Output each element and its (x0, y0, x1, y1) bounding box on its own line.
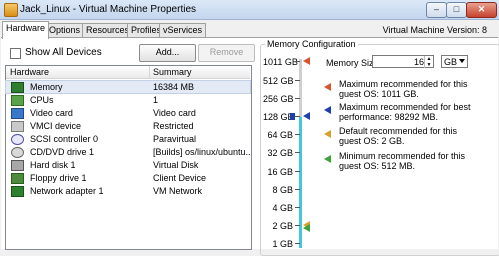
hardware-name: CD/DVD drive 1 (30, 147, 95, 157)
hardware-summary: Virtual Disk (153, 160, 199, 170)
scale-tick (295, 134, 300, 135)
default-legend-icon (324, 130, 331, 138)
hardware-summary: Video card (153, 108, 196, 118)
scale-tick (295, 189, 300, 190)
network-adapter-icon (11, 186, 24, 197)
show-all-devices-label: Show All Devices (25, 47, 102, 58)
legend-max-performance: Maximum recommended for best performance… (339, 102, 489, 122)
table-row[interactable]: Memory 16384 MB (5, 80, 251, 94)
hardware-name: VMCI device (30, 121, 82, 131)
tab-options[interactable]: Options (45, 23, 85, 38)
scale-tick-label: 16 GB (267, 167, 293, 177)
legend-line: Default recommended for this (339, 126, 458, 136)
scale-tick-label: 64 GB (267, 130, 293, 140)
scale-tick (295, 225, 300, 226)
floppy-icon (11, 173, 24, 184)
scale-tick-label: 8 GB (272, 185, 293, 195)
window-title: Jack_Linux - Virtual Machine Properties (20, 4, 197, 15)
scale-tick-label: 256 GB (263, 94, 294, 104)
table-row[interactable]: Floppy drive 1 Client Device (6, 172, 250, 184)
hardware-summary: Restricted (153, 121, 194, 131)
column-header-summary[interactable]: Summary (153, 67, 192, 77)
table-row[interactable]: Video card Video card (6, 107, 250, 119)
scale-tick (295, 243, 300, 244)
legend-line: guest OS: 1011 GB. (339, 89, 419, 99)
legend-max-os: Maximum recommended for this guest OS: 1… (339, 79, 489, 99)
current-value-slider-icon[interactable] (290, 113, 295, 120)
column-header-hardware[interactable]: Hardware (10, 67, 49, 77)
hardware-summary: [Builds] os/linux/ubuntu... (153, 147, 251, 157)
close-button[interactable]: ✕ (466, 2, 497, 18)
hardware-summary: Paravirtual (153, 134, 197, 144)
legend-line: guest OS: 512 MB. (339, 161, 416, 171)
scale-tick-label: 32 GB (267, 148, 293, 158)
legend-default: Default recommended for this guest OS: 2… (339, 126, 489, 146)
legend-minimum: Minimum recommended for this guest OS: 5… (339, 151, 489, 171)
scale-tick (295, 80, 300, 81)
column-separator[interactable] (149, 66, 150, 78)
legend-line: guest OS: 2 GB. (339, 136, 405, 146)
scale-tick (295, 61, 300, 62)
cpu-icon (11, 95, 24, 106)
show-all-devices-checkbox[interactable] (10, 48, 21, 59)
scale-tick-label: 4 GB (272, 203, 293, 213)
legend-line: performance: 98292 MB. (339, 112, 439, 122)
chevron-down-icon (459, 59, 465, 63)
scale-tick (295, 116, 300, 117)
minimize-button[interactable]: – (426, 2, 447, 18)
vmci-device-icon (11, 121, 24, 132)
hardware-name: Memory (30, 82, 63, 92)
table-row[interactable]: Network adapter 1 VM Network (6, 185, 250, 197)
max-os-marker-icon (303, 57, 310, 65)
table-row[interactable]: VMCI device Restricted (6, 120, 250, 132)
cd-dvd-icon (11, 147, 24, 158)
max-performance-marker-icon (303, 112, 310, 120)
memory-scale-fill (299, 117, 302, 248)
table-row[interactable]: CD/DVD drive 1 [Builds] os/linux/ubuntu.… (6, 146, 251, 158)
scale-tick (295, 152, 300, 153)
tab-resources[interactable]: Resources (82, 23, 134, 38)
maximize-button[interactable]: □ (446, 2, 467, 18)
scale-tick-label: 1011 GB (263, 57, 298, 67)
memory-configuration-title: Memory Configuration (265, 39, 358, 49)
hardware-summary: Client Device (153, 173, 207, 183)
max-performance-legend-icon (324, 106, 331, 114)
tab-hardware[interactable]: Hardware (2, 21, 50, 39)
memory-size-spinner[interactable]: ▲ ▼ (424, 56, 433, 68)
scale-tick (295, 207, 300, 208)
scale-tick-label: 128 GB (263, 112, 294, 122)
legend-line: Maximum recommended for this (339, 79, 468, 89)
tab-vservices[interactable]: vServices (159, 23, 207, 38)
max-os-legend-icon (324, 83, 331, 91)
add-hardware-button[interactable]: Add... (139, 44, 196, 62)
video-card-icon (11, 108, 24, 119)
scale-tick (295, 171, 300, 172)
hardware-name: SCSI controller 0 (30, 134, 99, 144)
legend-line: Maximum recommended for best (339, 102, 471, 112)
hardware-name: Network adapter 1 (30, 186, 104, 196)
remove-hardware-button: Remove (198, 44, 255, 62)
scale-tick (295, 98, 300, 99)
table-row[interactable]: CPUs 1 (6, 94, 250, 106)
scale-tick-label: 512 GB (263, 76, 294, 86)
scsi-controller-icon (11, 134, 24, 145)
hardware-name: CPUs (30, 95, 54, 105)
hardware-name: Floppy drive 1 (30, 173, 87, 183)
table-row[interactable]: SCSI controller 0 Paravirtual (6, 133, 250, 145)
hard-disk-icon (11, 160, 24, 171)
hardware-name: Video card (30, 108, 73, 118)
minimum-legend-icon (324, 155, 331, 163)
hardware-summary: 16384 MB (153, 82, 195, 92)
vm-icon (4, 3, 18, 17)
legend-line: Minimum recommended for this (339, 151, 466, 161)
hardware-summary: VM Network (153, 186, 203, 196)
table-row[interactable]: Hard disk 1 Virtual Disk (6, 159, 250, 171)
scale-tick-label: 2 GB (272, 221, 293, 231)
memory-icon (11, 82, 24, 93)
hardware-name: Hard disk 1 (30, 160, 76, 170)
vm-version-label: Virtual Machine Version: 8 (382, 25, 487, 35)
minimum-marker-icon (303, 224, 310, 232)
hardware-summary: 1 (153, 95, 159, 105)
